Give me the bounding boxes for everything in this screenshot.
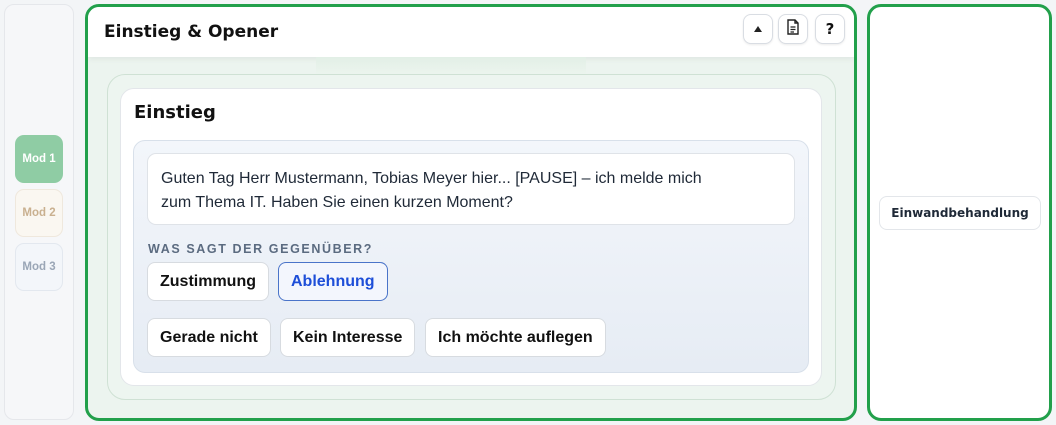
page-title: Einstieg & Opener: [104, 22, 279, 42]
help-button[interactable]: ?: [815, 14, 845, 44]
script-panel: Guten Tag Herr Mustermann, Tobias Meyer …: [133, 140, 809, 373]
answer-button-kein-interesse[interactable]: Kein Interesse: [280, 318, 416, 357]
module-button-1[interactable]: Mod 1: [15, 135, 63, 183]
answer-button-zustimmung[interactable]: Zustimmung: [147, 262, 269, 301]
collapse-button[interactable]: [743, 14, 773, 44]
module-rail: Mod 1 Mod 2 Mod 3: [4, 4, 74, 420]
script-line-2: zum Thema IT. Haben Sie einen kurzen Mom…: [161, 194, 513, 211]
side-card: Einwandbehandlung: [867, 4, 1052, 421]
script-line-1: Guten Tag Herr Mustermann, Tobias Meyer …: [161, 170, 702, 187]
section-container: Einstieg Guten Tag Herr Mustermann, Tobi…: [107, 74, 836, 400]
question-label: WAS SAGT DER GEGENÜBER?: [148, 242, 374, 256]
help-icon: ?: [825, 20, 835, 38]
objection-handling-button[interactable]: Einwandbehandlung: [879, 196, 1041, 230]
script-text: Guten Tag Herr Mustermann, Tobias Meyer …: [147, 153, 795, 225]
module-button-3[interactable]: Mod 3: [15, 243, 63, 291]
module-button-2[interactable]: Mod 2: [15, 189, 63, 237]
answer-button-auflegen[interactable]: Ich möchte auflegen: [425, 318, 606, 357]
chevron-up-icon: [753, 20, 763, 38]
main-header: Einstieg & Opener ?: [88, 7, 854, 57]
document-icon: [786, 18, 800, 40]
section-title: Einstieg: [134, 102, 216, 123]
document-button[interactable]: [778, 14, 808, 44]
section-card: Einstieg Guten Tag Herr Mustermann, Tobi…: [120, 88, 822, 386]
answer-button-ablehnung[interactable]: Ablehnung: [278, 262, 388, 301]
main-card: Einstieg & Opener ? Einstieg Guten Tag H…: [85, 4, 857, 421]
answer-button-gerade-nicht[interactable]: Gerade nicht: [147, 318, 271, 357]
